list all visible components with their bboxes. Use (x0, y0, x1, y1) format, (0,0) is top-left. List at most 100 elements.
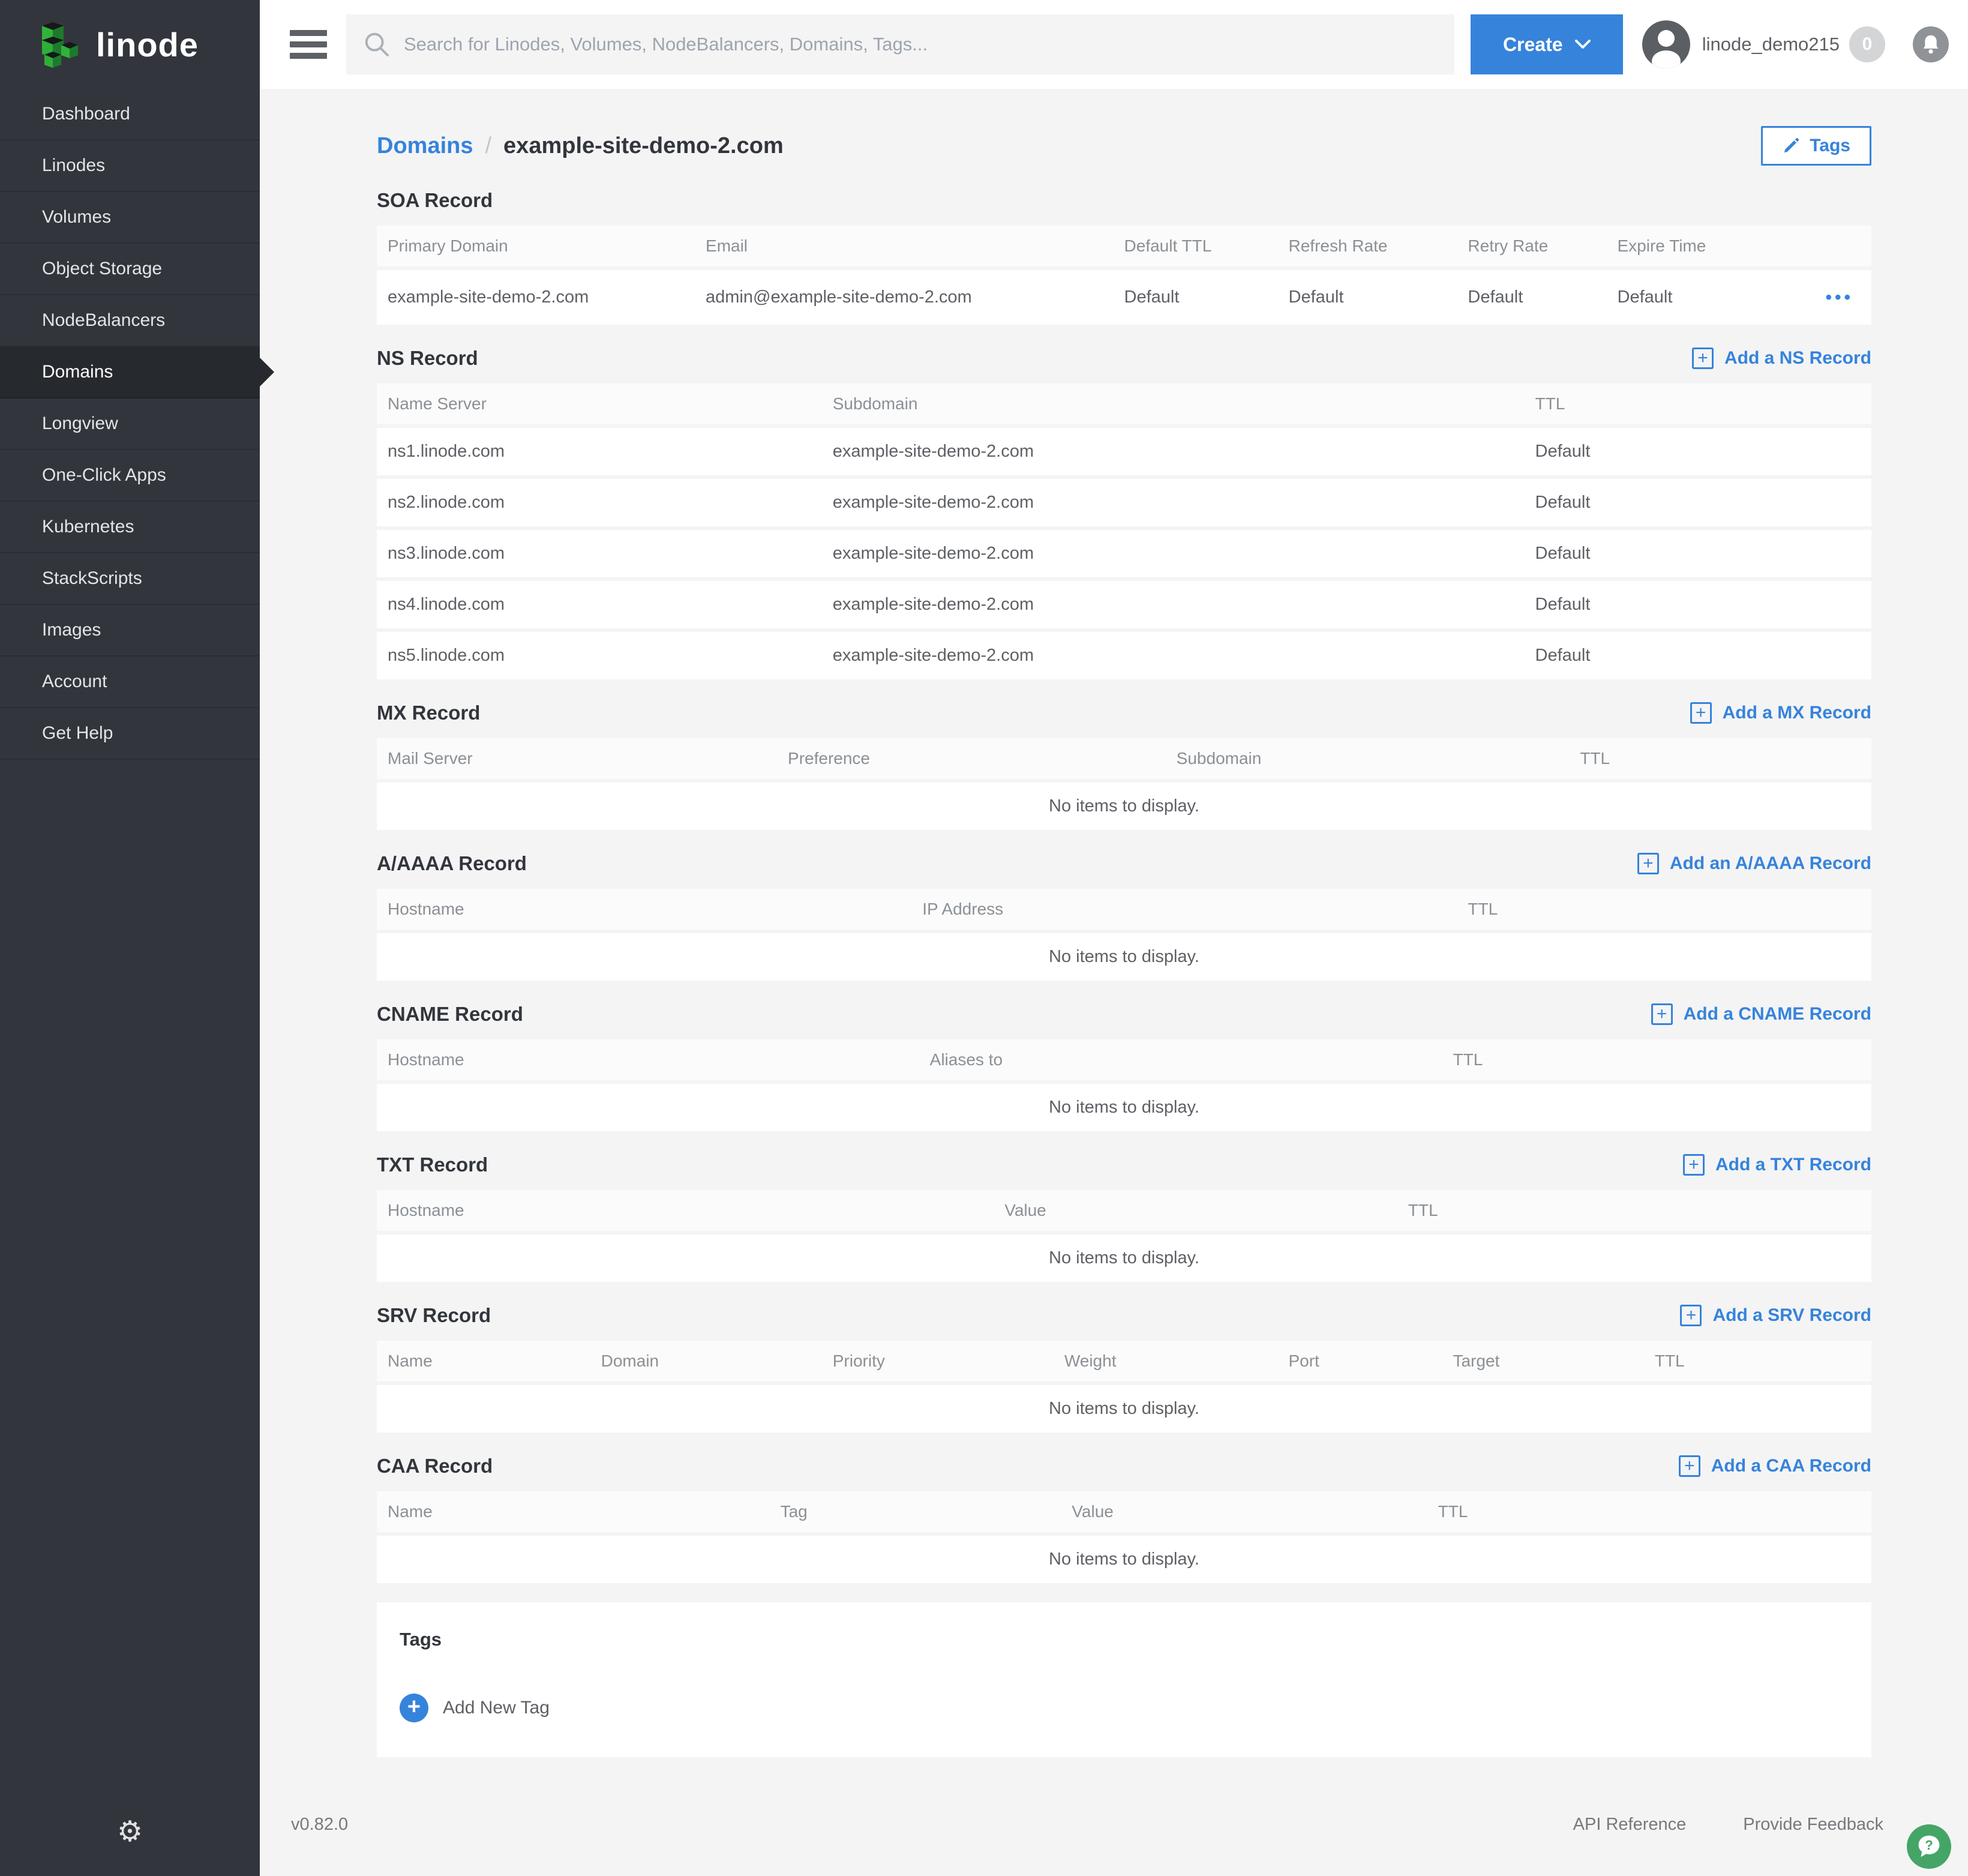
table-cell: admin@example-site-demo-2.com (706, 270, 1124, 328)
table-row: ns5.linode.comexample-site-demo-2.comDef… (377, 632, 1871, 683)
sidebar-item-label: One-Click Apps (42, 465, 166, 486)
table-cell: ns1.linode.com (377, 428, 833, 479)
empty-message: No items to display. (377, 1385, 1871, 1436)
table-cell: Default (1124, 270, 1289, 328)
column-header: Name Server (377, 383, 833, 428)
sidebar: linode Dashboard Linodes Volumes Object Sto… (0, 0, 260, 1876)
sidebar-item-one-click-apps[interactable]: One-Click Apps (0, 450, 260, 502)
column-header: Aliases to (930, 1039, 1453, 1084)
table-cell: ns4.linode.com (377, 581, 833, 632)
empty-message: No items to display. (377, 1234, 1871, 1285)
sidebar-item-label: Images (42, 620, 101, 640)
empty-row: No items to display. (377, 933, 1871, 984)
sidebar-item-label: Volumes (42, 207, 111, 227)
sidebar-item-label: Kubernetes (42, 517, 134, 537)
notifications-bell-button[interactable] (1913, 26, 1949, 62)
sidebar-item-label: Dashboard (42, 104, 130, 124)
table-header-row: NameDomainPriorityWeightPortTargetTTL (377, 1341, 1871, 1385)
table-cell: Default (1535, 581, 1871, 632)
version-label: v0.82.0 (291, 1815, 348, 1835)
table-cell: Default (1289, 270, 1468, 328)
sidebar-item-get-help[interactable]: Get Help (0, 708, 260, 760)
person-icon (1642, 20, 1690, 68)
table-cell: Default (1618, 270, 1797, 328)
table-row: ns1.linode.comexample-site-demo-2.comDef… (377, 428, 1871, 479)
help-chat-icon: ? (1916, 1833, 1942, 1860)
help-button[interactable]: ? (1907, 1824, 1951, 1869)
section-title: NS Record (377, 347, 478, 370)
sidebar-item-volumes[interactable]: Volumes (0, 192, 260, 244)
breadcrumb-domains-link[interactable]: Domains (377, 133, 473, 159)
sidebar-item-kubernetes[interactable]: Kubernetes (0, 502, 260, 553)
add-new-tag-button[interactable]: Add New Tag (400, 1694, 1849, 1722)
add-plus-icon (1690, 702, 1712, 724)
section-header: SOA Record (377, 186, 1871, 215)
sidebar-item-linodes[interactable]: Linodes (0, 140, 260, 192)
empty-row: No items to display. (377, 1084, 1871, 1135)
add-caa-record-link[interactable]: Add a CAA Record (1679, 1455, 1871, 1477)
add-txt-record-link[interactable]: Add a TXT Record (1683, 1154, 1871, 1176)
add-link-label: Add a CNAME Record (1684, 1004, 1871, 1024)
add-srv-record-link[interactable]: Add a SRV Record (1680, 1305, 1871, 1326)
logo-text: linode (96, 25, 199, 64)
table-cell: Default (1535, 632, 1871, 683)
sidebar-item-dashboard[interactable]: Dashboard (0, 89, 260, 140)
sidebar-item-domains[interactable]: Domains (0, 347, 260, 398)
a-aaaa-table: HostnameIP AddressTTLNo items to display… (377, 889, 1871, 984)
section-a-aaaa: A/AAAA RecordAdd an A/AAAA RecordHostnam… (377, 849, 1871, 984)
column-header: Default TTL (1124, 226, 1289, 270)
section-soa: SOA Record Primary DomainEmailDefault TTL… (377, 186, 1871, 328)
empty-row: No items to display. (377, 1234, 1871, 1285)
notification-count-badge[interactable]: 0 (1849, 26, 1885, 62)
add-mx-record-link[interactable]: Add a MX Record (1690, 702, 1871, 724)
column-header: Primary Domain (377, 226, 706, 270)
sidebar-item-label: Longview (42, 413, 118, 434)
section-header: CNAME Record Add a CNAME Record (377, 1000, 1871, 1029)
app-logo[interactable]: linode (0, 0, 260, 89)
column-header: Weight (1064, 1341, 1289, 1385)
table-header-row: HostnameAliases toTTL (377, 1039, 1871, 1084)
add-cname-record-link[interactable]: Add a CNAME Record (1651, 1003, 1871, 1025)
api-reference-link[interactable]: API Reference (1573, 1815, 1687, 1835)
section-ns: NS RecordAdd a NS RecordName ServerSubdo… (377, 344, 1871, 683)
sidebar-item-account[interactable]: Account (0, 657, 260, 708)
provide-feedback-link[interactable]: Provide Feedback (1743, 1815, 1883, 1835)
chevron-down-icon (1575, 40, 1591, 49)
create-button-label: Create (1503, 34, 1563, 56)
search-input[interactable] (404, 34, 1438, 55)
table-row: example-site-demo-2.comadmin@example-sit… (377, 270, 1871, 328)
page-title: example-site-demo-2.com (503, 133, 784, 159)
section-title: CAA Record (377, 1455, 493, 1478)
sidebar-item-nodebalancers[interactable]: NodeBalancers (0, 295, 260, 347)
username[interactable]: linode_demo215 (1702, 34, 1840, 55)
column-header: Expire Time (1618, 226, 1797, 270)
column-header: Target (1453, 1341, 1654, 1385)
column-header: Hostname (377, 1190, 1004, 1234)
section-title: CNAME Record (377, 1003, 523, 1026)
column-header: Name (377, 1491, 781, 1536)
empty-message: No items to display. (377, 1084, 1871, 1135)
add-ns-record-link[interactable]: Add a NS Record (1692, 347, 1871, 369)
settings-gear-icon[interactable]: ⚙ (0, 1815, 260, 1848)
hamburger-menu-icon[interactable] (290, 30, 327, 59)
add-link-label: Add a MX Record (1723, 703, 1871, 723)
table-header-row: NameTagValueTTL (377, 1491, 1871, 1536)
add-link-label: Add a CAA Record (1711, 1456, 1871, 1476)
edit-tags-button[interactable]: Tags (1761, 126, 1871, 166)
sidebar-item-label: Account (42, 672, 107, 692)
sidebar-item-longview[interactable]: Longview (0, 398, 260, 450)
sidebar-item-object-storage[interactable]: Object Storage (0, 244, 260, 295)
create-button[interactable]: Create (1471, 14, 1623, 74)
table-cell: example-site-demo-2.com (833, 581, 1535, 632)
empty-message: No items to display. (377, 933, 1871, 984)
sidebar-item-images[interactable]: Images (0, 605, 260, 657)
sidebar-item-label: NodeBalancers (42, 310, 165, 331)
row-actions-button[interactable]: ••• (1796, 270, 1871, 328)
column-header: Tag (781, 1491, 1072, 1536)
sidebar-item-stackscripts[interactable]: StackScripts (0, 553, 260, 605)
table-cell: example-site-demo-2.com (833, 530, 1535, 581)
user-avatar[interactable] (1642, 20, 1690, 68)
soa-table: Primary DomainEmailDefault TTLRefresh Ra… (377, 226, 1871, 328)
sidebar-item-label: Get Help (42, 723, 113, 744)
add-a-aaaa-record-link[interactable]: Add an A/AAAA Record (1637, 853, 1871, 874)
